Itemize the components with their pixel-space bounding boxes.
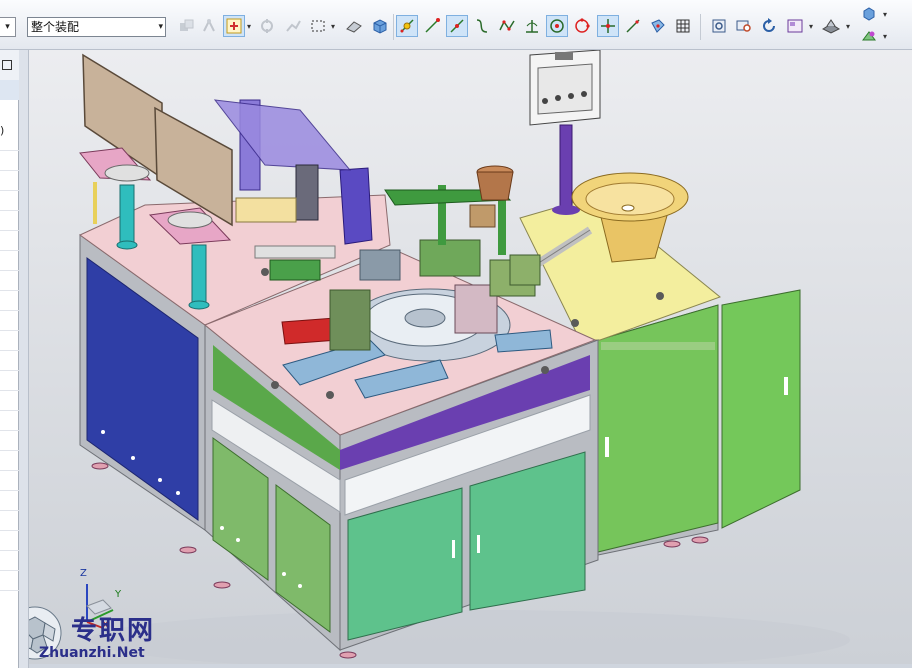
move-component-icon[interactable] <box>175 15 197 37</box>
list-divider <box>0 310 19 311</box>
left-dropdown-button[interactable]: ▾ <box>0 17 16 37</box>
spline-icon[interactable] <box>471 15 493 37</box>
navigator-selected-row[interactable] <box>0 80 19 100</box>
zoom-window-icon[interactable] <box>733 15 755 37</box>
face-point-icon[interactable] <box>647 15 669 37</box>
snap-point-icon[interactable] <box>396 15 418 37</box>
list-divider <box>0 510 19 511</box>
axis-y-label: Y <box>115 589 122 600</box>
render-style-icon[interactable] <box>820 15 842 37</box>
list-divider <box>0 470 19 471</box>
list-divider <box>0 450 19 451</box>
navigator-panel: ) <box>0 50 19 668</box>
list-divider <box>0 330 19 331</box>
machine-model <box>79 50 850 668</box>
navigator-text: ) <box>0 124 5 137</box>
list-divider <box>0 390 19 391</box>
list-divider <box>0 270 19 271</box>
curve-on-icon[interactable] <box>446 15 468 37</box>
chevron-down-icon[interactable]: ▾ <box>883 32 887 41</box>
maximize-icon[interactable] <box>2 60 12 70</box>
status-bar <box>29 664 912 668</box>
polyline-icon[interactable] <box>496 15 518 37</box>
tangent-icon[interactable] <box>622 15 644 37</box>
eraser-icon[interactable] <box>343 15 365 37</box>
chevron-down-icon[interactable]: ▾ <box>331 22 335 31</box>
watermark-title: 专职网 <box>71 616 156 646</box>
navigator-header <box>0 50 19 81</box>
toolbar-separator <box>700 14 701 40</box>
assembly-filter-value: 整个装配 <box>31 20 80 34</box>
list-divider <box>0 170 19 171</box>
watermark-url: Zhuanzhi.Net <box>39 645 145 661</box>
main-toolbar: ▾ 整个装配 ▾ ▾ ▾ ▾ ▾ ▾ ▾ <box>0 0 912 50</box>
rectangle-select-icon[interactable] <box>307 15 329 37</box>
list-divider <box>0 590 19 591</box>
list-divider <box>0 530 19 531</box>
panel-resize-handle[interactable] <box>19 50 29 668</box>
list-divider <box>0 550 19 551</box>
grid-icon[interactable] <box>672 15 694 37</box>
axis-z-label: Z <box>80 568 87 579</box>
intersection-icon[interactable] <box>597 15 619 37</box>
list-divider <box>0 230 19 231</box>
chevron-down-icon: ▾ <box>158 22 163 32</box>
reposition-icon[interactable] <box>198 15 220 37</box>
chevron-down-icon[interactable]: ▾ <box>247 22 251 31</box>
constraint-select-icon[interactable] <box>223 15 245 37</box>
display-dropdown-icon[interactable] <box>784 15 806 37</box>
center-point-icon[interactable] <box>546 15 568 37</box>
orient-view-icon[interactable] <box>858 27 880 45</box>
graphics-viewport[interactable]: Z Y X 专职网 Zhuanzhi.Net <box>29 50 912 668</box>
list-divider <box>0 250 19 251</box>
list-divider <box>0 430 19 431</box>
list-divider <box>0 570 19 571</box>
chevron-down-icon[interactable]: ▾ <box>883 10 887 19</box>
list-divider <box>0 210 19 211</box>
constraint-node-icon[interactable] <box>256 15 278 37</box>
list-divider <box>0 290 19 291</box>
view-cube-icon[interactable] <box>858 5 880 23</box>
list-divider <box>0 370 19 371</box>
rotate-icon[interactable] <box>758 15 780 37</box>
assembly-filter-select[interactable]: 整个装配 ▾ <box>27 17 166 37</box>
toolbar-separator <box>393 14 394 40</box>
list-divider <box>0 150 19 151</box>
list-divider <box>0 490 19 491</box>
chevron-down-icon[interactable]: ▾ <box>809 22 813 31</box>
constraint-node-2-icon[interactable] <box>282 15 304 37</box>
circle-point-icon[interactable] <box>571 15 593 37</box>
list-divider <box>0 190 19 191</box>
solid-body-icon[interactable] <box>368 15 390 37</box>
chevron-down-icon[interactable]: ▾ <box>846 22 850 31</box>
list-divider <box>0 350 19 351</box>
line-end-icon[interactable] <box>421 15 443 37</box>
list-divider <box>0 410 19 411</box>
perpendicular-icon[interactable] <box>521 15 543 37</box>
fit-view-icon[interactable] <box>708 15 730 37</box>
